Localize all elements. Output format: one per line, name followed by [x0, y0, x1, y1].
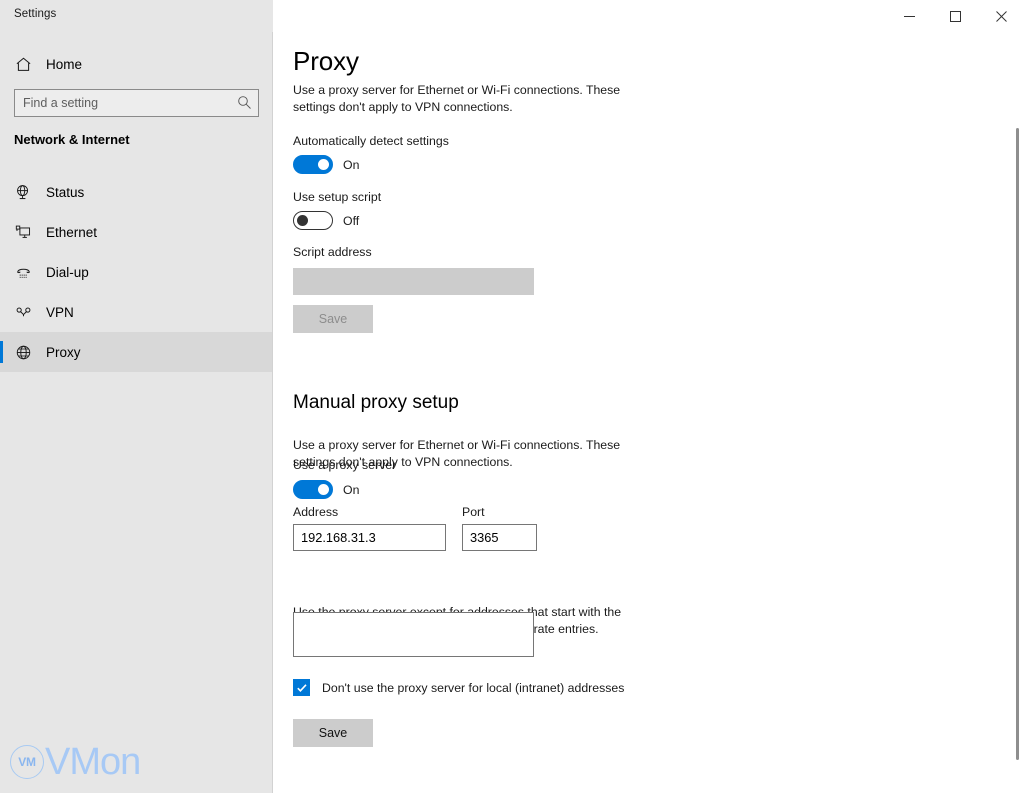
use-proxy-toggle-row[interactable]: On — [293, 480, 359, 499]
auto-detect-label: Automatically detect settings — [293, 134, 449, 148]
sidebar-item-status[interactable]: Status — [0, 172, 273, 212]
vmon-badge-text: VM — [18, 755, 35, 769]
manual-proxy-section-title: Manual proxy setup — [293, 392, 459, 414]
dialup-phone-icon — [0, 264, 46, 281]
sidebar: Home Network & Internet — [0, 32, 273, 793]
setup-script-toggle[interactable] — [293, 211, 333, 230]
vmon-badge-icon: VM — [10, 745, 44, 779]
ethernet-icon — [0, 224, 46, 241]
maximize-button[interactable] — [932, 0, 978, 32]
sidebar-item-vpn-label: VPN — [46, 305, 74, 320]
proxy-globe-icon — [0, 344, 46, 361]
script-address-label: Script address — [293, 245, 372, 259]
close-button[interactable] — [978, 0, 1024, 32]
minimize-button[interactable] — [886, 0, 932, 32]
sidebar-item-proxy[interactable]: Proxy — [0, 332, 273, 372]
auto-detect-toggle[interactable] — [293, 155, 333, 174]
window-controls — [886, 0, 1024, 32]
vmon-watermark-text: VMon — [45, 743, 140, 781]
port-label: Port — [462, 505, 485, 519]
auto-detect-toggle-row[interactable]: On — [293, 155, 359, 174]
setup-script-state: Off — [343, 214, 359, 228]
sidebar-nav-list: Status Ethernet — [0, 172, 273, 372]
content-scrollbar[interactable] — [1010, 32, 1024, 793]
bypass-local-label: Don't use the proxy server for local (in… — [322, 681, 624, 695]
sidebar-item-home-label: Home — [46, 57, 82, 72]
port-input[interactable] — [462, 524, 537, 551]
app-title: Settings — [14, 8, 56, 20]
auto-detect-state: On — [343, 158, 359, 172]
page-title: Proxy — [293, 46, 359, 77]
setup-script-toggle-row[interactable]: Off — [293, 211, 359, 230]
search-container — [14, 89, 259, 117]
sidebar-item-home[interactable]: Home — [0, 46, 273, 82]
sidebar-section-header: Network & Internet — [14, 132, 130, 147]
proxy-description: Use a proxy server for Ethernet or Wi-Fi… — [293, 82, 665, 115]
settings-window: Settings Home — [0, 0, 1024, 793]
manual-save-button[interactable]: Save — [293, 719, 373, 747]
sidebar-item-dialup[interactable]: Dial-up — [0, 252, 273, 292]
vmon-watermark: VM VMon — [10, 743, 140, 781]
script-address-input[interactable] — [293, 268, 534, 295]
setup-script-label: Use setup script — [293, 190, 381, 204]
scrollbar-thumb[interactable] — [1016, 128, 1019, 760]
status-globe-icon — [0, 184, 46, 201]
sidebar-item-dialup-label: Dial-up — [46, 265, 89, 280]
use-proxy-state: On — [343, 483, 359, 497]
sidebar-item-proxy-label: Proxy — [46, 345, 81, 360]
address-label: Address — [293, 505, 338, 519]
bypass-local-checkbox[interactable] — [293, 679, 310, 696]
checkmark-icon — [296, 682, 308, 694]
search-input[interactable] — [14, 89, 259, 117]
use-proxy-label: Use a proxy server — [293, 458, 396, 472]
exceptions-input[interactable] — [293, 612, 534, 657]
content-pane: Proxy Use a proxy server for Ethernet or… — [274, 32, 1024, 793]
home-icon — [0, 56, 46, 73]
address-input[interactable] — [293, 524, 446, 551]
sidebar-item-status-label: Status — [46, 185, 84, 200]
sidebar-item-ethernet[interactable]: Ethernet — [0, 212, 273, 252]
script-save-button[interactable]: Save — [293, 305, 373, 333]
use-proxy-toggle[interactable] — [293, 480, 333, 499]
sidebar-item-vpn[interactable]: VPN — [0, 292, 273, 332]
title-bar: Settings — [0, 0, 1024, 32]
sidebar-item-ethernet-label: Ethernet — [46, 225, 97, 240]
vpn-key-icon — [0, 304, 46, 321]
bypass-local-checkbox-row[interactable]: Don't use the proxy server for local (in… — [293, 679, 624, 696]
